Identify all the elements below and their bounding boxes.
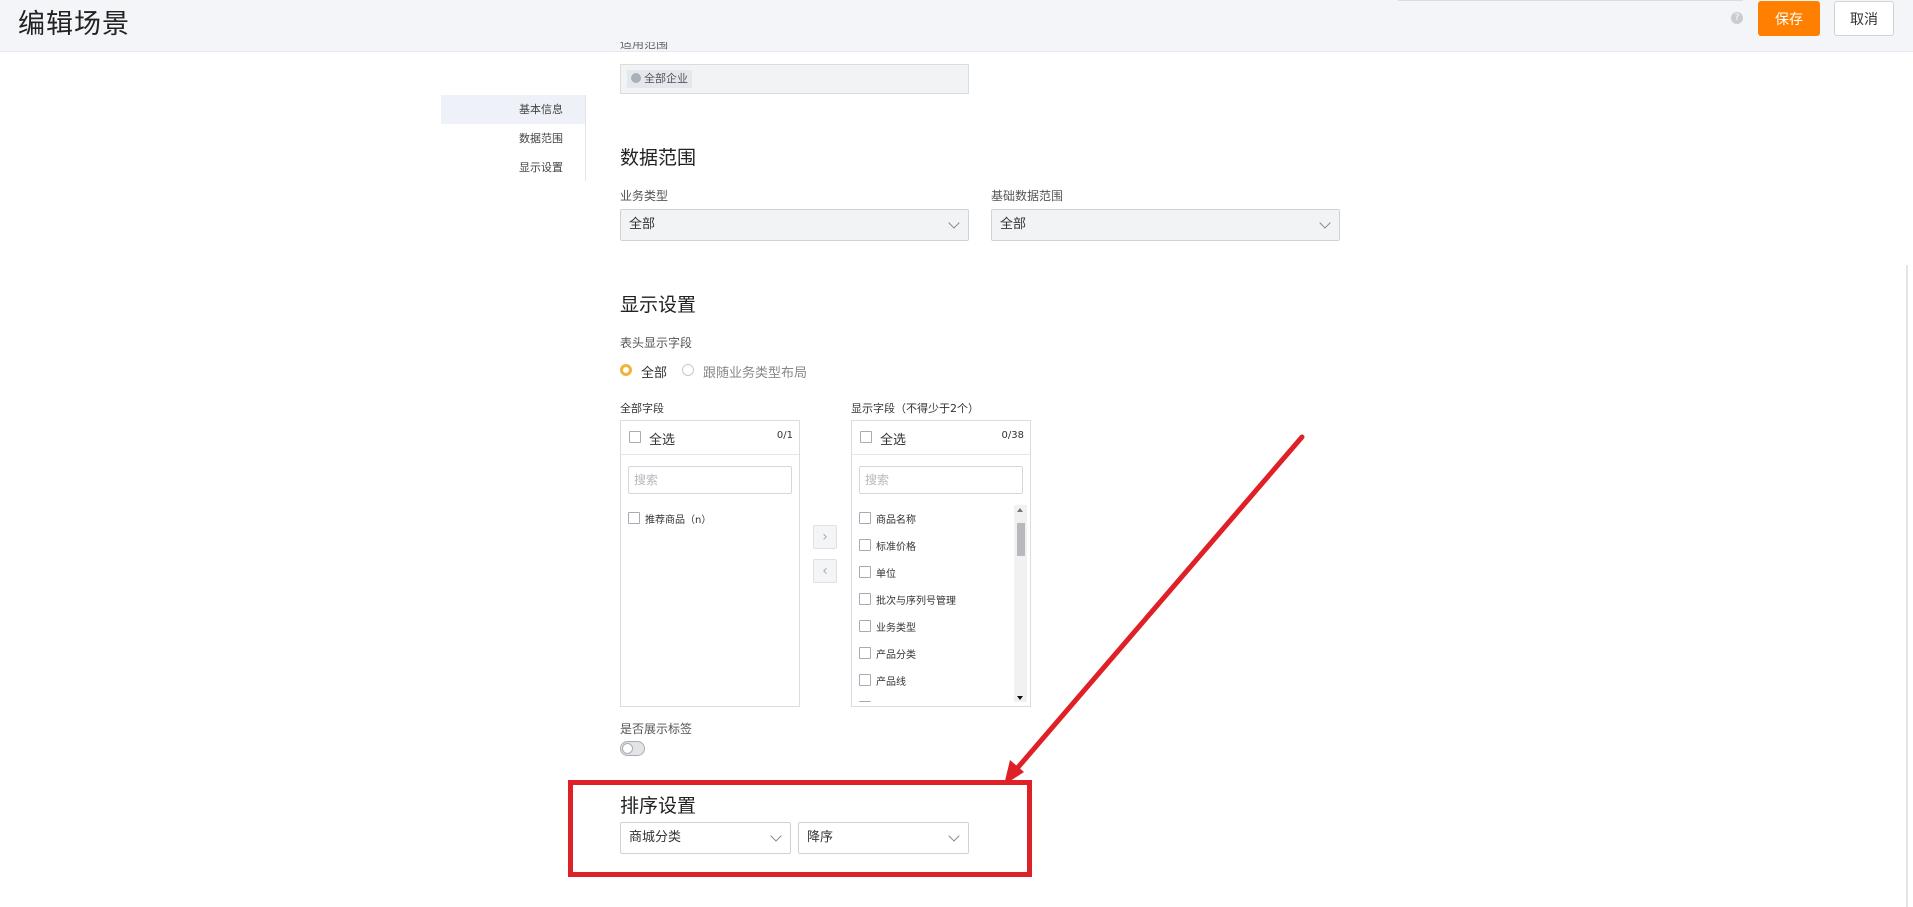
list-item-checkbox[interactable]: [859, 620, 871, 632]
shown-fields-search-input[interactable]: [859, 466, 1023, 494]
globe-icon: [631, 73, 641, 83]
side-nav-item-basic-info[interactable]: 基本信息: [441, 95, 586, 124]
chevron-down-icon: [948, 217, 960, 229]
shown-fields-head: 全选 0/38: [852, 421, 1030, 455]
list-item-checkbox[interactable]: [628, 512, 640, 524]
header-fields-label: 表头显示字段: [620, 336, 693, 350]
shown-fields-count: 0/38: [1001, 430, 1024, 441]
list-item-label: 标准价格: [876, 542, 916, 553]
list-item-checkbox[interactable]: [859, 512, 871, 524]
list-item-checkbox[interactable]: [859, 701, 871, 702]
scope-label: 适用范围: [620, 42, 669, 51]
all-fields-head: 全选 0/1: [621, 421, 799, 455]
page-title: 编辑场景: [18, 9, 130, 40]
all-fields-search-input[interactable]: [628, 466, 792, 494]
display-settings-title: 显示设置: [620, 294, 697, 316]
business-type-select[interactable]: 全部: [620, 209, 969, 241]
shown-fields-select-all-label: 全选: [880, 433, 907, 448]
shown-fields-list: 商品名称 标准价格 单位 批次与序列号管理 业务类型 产品分类 产品线 图片: [852, 505, 1030, 702]
scroll-down-arrow-icon[interactable]: [1017, 696, 1023, 700]
save-button[interactable]: 保存: [1758, 1, 1820, 36]
list-item-label: 商品名称: [876, 515, 916, 526]
toggle-knob: [622, 743, 633, 754]
list-item-label: 推荐商品（n）: [645, 515, 712, 526]
all-fields-select-all-checkbox[interactable]: [629, 431, 641, 443]
list-item-checkbox[interactable]: [859, 593, 871, 605]
all-fields-count: 0/1: [776, 430, 793, 441]
move-right-button[interactable]: ›: [813, 525, 837, 549]
side-nav: 基本信息 数据范围 显示设置: [441, 95, 586, 182]
list-item-label: 单位: [876, 569, 896, 580]
show-tags-toggle[interactable]: [620, 741, 645, 756]
list-item-label: 产品线: [876, 677, 906, 688]
base-data-scope-select[interactable]: 全部: [991, 209, 1340, 241]
all-fields-panel: 全选 0/1 推荐商品（n）: [620, 420, 800, 707]
scope-tag: 全部企业: [627, 70, 692, 88]
list-item-label: 图片: [876, 700, 896, 702]
header-divider: [1398, 0, 1743, 1]
help-icon[interactable]: ?: [1731, 12, 1743, 24]
base-data-scope-value: 全部: [1000, 217, 1027, 232]
side-nav-divider: [585, 95, 586, 181]
list-item-checkbox[interactable]: [859, 539, 871, 551]
page-scrollbar[interactable]: [1906, 265, 1908, 907]
list-item-checkbox[interactable]: [859, 566, 871, 578]
radio-all[interactable]: [620, 364, 632, 376]
list-item-label: 批次与序列号管理: [876, 596, 956, 607]
side-nav-item-data-scope[interactable]: 数据范围: [441, 124, 586, 153]
scroll-up-arrow-icon[interactable]: [1017, 508, 1023, 512]
scope-field[interactable]: 全部企业: [620, 64, 969, 94]
list-item-checkbox[interactable]: [859, 674, 871, 686]
shown-fields-panel: 全选 0/38 商品名称 标准价格 单位 批次与序列号管理 业务类型 产品分类 …: [851, 420, 1031, 707]
business-type-label: 业务类型: [620, 189, 669, 203]
cancel-button[interactable]: 取消: [1834, 1, 1894, 36]
business-type-value: 全部: [629, 217, 656, 232]
radio-follow-layout[interactable]: [682, 364, 694, 376]
shown-fields-select-all-checkbox[interactable]: [860, 431, 872, 443]
move-left-button[interactable]: ‹: [813, 559, 837, 583]
base-data-scope-label: 基础数据范围: [991, 189, 1064, 203]
shown-fields-scroll-thumb[interactable]: [1017, 523, 1025, 556]
scope-tag-label: 全部企业: [644, 72, 688, 85]
chevron-down-icon: [1319, 217, 1331, 229]
all-fields-title: 全部字段: [620, 402, 664, 415]
annotation-highlight-box: [568, 780, 1032, 877]
list-item-label: 产品分类: [876, 650, 916, 661]
shown-fields-title: 显示字段（不得少于2个）: [851, 402, 979, 415]
list-item-checkbox[interactable]: [859, 647, 871, 659]
page-header: 编辑场景 ? 保存 取消: [0, 0, 1913, 52]
show-tags-label: 是否展示标签: [620, 722, 693, 736]
data-scope-title: 数据范围: [620, 147, 697, 169]
radio-follow-label: 跟随业务类型布局: [703, 366, 808, 381]
all-fields-select-all-label: 全选: [649, 433, 676, 448]
radio-all-label: 全部: [641, 366, 668, 381]
list-item-label: 业务类型: [876, 623, 916, 634]
side-nav-item-display-settings[interactable]: 显示设置: [441, 153, 586, 182]
